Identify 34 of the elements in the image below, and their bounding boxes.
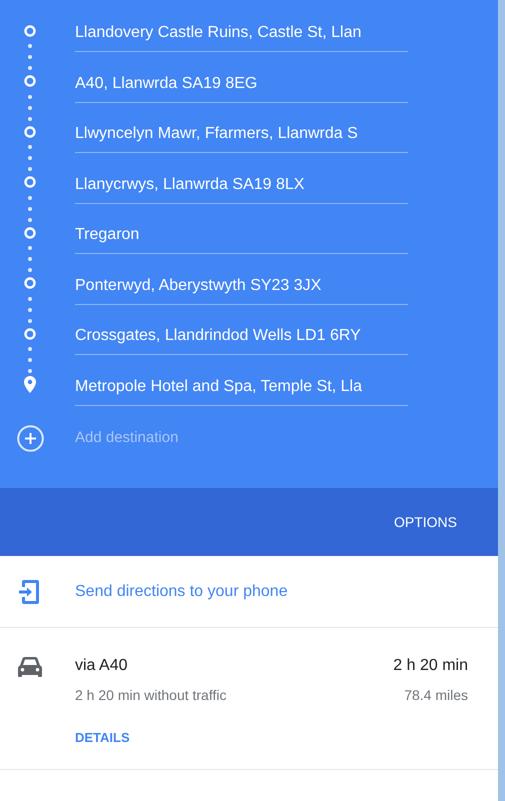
stop-input-field[interactable]: Llanycrwys, Llanwrda SA19 8LX bbox=[75, 160, 408, 204]
car-icon bbox=[18, 657, 42, 678]
dotted-route-line bbox=[28, 246, 32, 272]
route-distance: 78.4 miles bbox=[404, 686, 468, 704]
waypoint-circle-icon bbox=[24, 24, 36, 36]
dotted-route-line bbox=[28, 196, 32, 222]
dotted-route-line bbox=[28, 44, 32, 70]
route-duration: 2 h 20 min bbox=[393, 656, 468, 676]
add-destination-field[interactable]: Add destination bbox=[75, 426, 408, 450]
route-title: via A40 bbox=[75, 656, 128, 676]
add-circle-icon[interactable] bbox=[17, 424, 44, 452]
stop-input-field[interactable]: Llandovery Castle Ruins, Castle St, Llan bbox=[75, 9, 408, 52]
stop-input-field[interactable]: Metropole Hotel and Spa, Temple St, Lla bbox=[75, 362, 408, 406]
waypoint-circle-icon bbox=[24, 75, 36, 87]
waypoint-circle-icon bbox=[24, 277, 36, 289]
waypoint-circle-icon bbox=[24, 328, 36, 340]
dotted-route-line bbox=[28, 145, 32, 171]
stop-input-field[interactable]: Crossgates, Llandrindod Wells LD1 6RY bbox=[75, 312, 408, 355]
phone-send-icon bbox=[19, 578, 41, 604]
route-traffic-note: 2 h 20 min without traffic bbox=[75, 686, 226, 704]
dotted-route-line bbox=[28, 94, 32, 120]
stop-input-field[interactable]: Ponterwyd, Aberystwyth SY23 3JX bbox=[75, 262, 408, 304]
location-pin-icon bbox=[24, 376, 36, 392]
details-link[interactable]: DETAILS bbox=[75, 730, 130, 745]
stop-input-field[interactable]: Llwyncelyn Mawr, Ffarmers, Llanwrda S bbox=[75, 110, 408, 153]
waypoint-circle-icon bbox=[24, 176, 36, 188]
stop-input-field[interactable]: Tregaron bbox=[75, 211, 408, 254]
dotted-route-line bbox=[28, 296, 32, 322]
waypoint-circle-icon bbox=[24, 126, 36, 138]
waypoint-circle-icon bbox=[24, 226, 36, 238]
send-directions-link[interactable]: Send directions to your phone bbox=[75, 580, 288, 604]
dotted-route-line bbox=[28, 347, 32, 373]
stop-input-field[interactable]: A40, Llanwrda SA19 8EG bbox=[75, 60, 408, 102]
options-button[interactable]: OPTIONS bbox=[390, 512, 461, 532]
